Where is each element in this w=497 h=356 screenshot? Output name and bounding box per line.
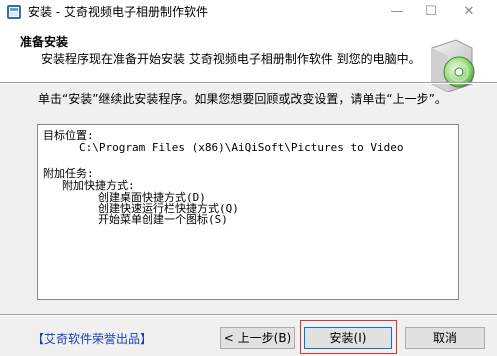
back-button[interactable]: < 上一步(B) bbox=[220, 327, 295, 349]
title-bar: 安装 - 艾奇视频电子相册制作软件 — ☐ ✕ bbox=[0, 0, 497, 24]
summary-memo[interactable]: 目标位置: C:\Program Files (x86)\AiQiSoft\Pi… bbox=[37, 124, 459, 300]
instruction-text: 单击“安装”继续此安装程序。如果您想要回顾或改变设置，请单击“上一步”。 bbox=[38, 92, 447, 106]
page-subtitle: 安装程序现在准备开始安装 艾奇视频电子相册制作软件 到您的电脑中。 bbox=[41, 52, 421, 66]
window-title: 安装 - 艾奇视频电子相册制作软件 bbox=[28, 5, 208, 19]
task-item: 开始菜单创建一个图标(S) bbox=[98, 213, 228, 226]
maximize-button[interactable]: ☐ bbox=[414, 0, 448, 24]
minimize-button[interactable]: — bbox=[380, 0, 414, 24]
brand-label: 【艾奇软件荣誉出品】 bbox=[32, 332, 153, 346]
footer-divider bbox=[0, 314, 497, 316]
target-location-path: C:\Program Files (x86)\AiQiSoft\Pictures… bbox=[79, 141, 404, 154]
wizard-header: 准备安装 安装程序现在准备开始安装 艾奇视频电子相册制作软件 到您的电脑中。 bbox=[0, 24, 497, 92]
header-divider bbox=[0, 82, 497, 84]
install-button[interactable]: 安装(I) bbox=[304, 327, 392, 349]
close-button[interactable]: ✕ bbox=[452, 0, 486, 24]
cancel-button[interactable]: 取消 bbox=[405, 327, 485, 349]
page-title: 准备安装 bbox=[20, 35, 69, 49]
installer-app-icon bbox=[7, 5, 21, 19]
